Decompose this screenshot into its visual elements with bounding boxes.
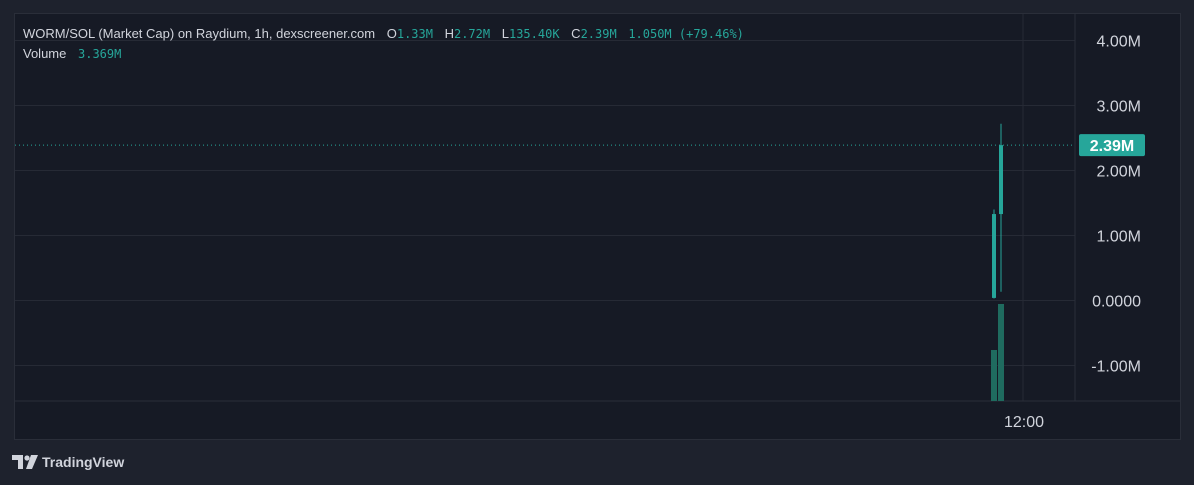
volume-bars xyxy=(991,304,1004,401)
high-value: 2.72M xyxy=(453,27,491,41)
price-tick-label: 0.0000 xyxy=(1092,294,1141,311)
volume-label: Volume xyxy=(23,46,67,61)
price-tick-label: 3.00M xyxy=(1097,99,1141,116)
open-value: 1.33M xyxy=(396,27,433,41)
volume-bar xyxy=(998,304,1004,401)
price-tick-label: 4.00M xyxy=(1097,34,1141,51)
open-label: O xyxy=(386,26,397,41)
time-tick-label: 12:00 xyxy=(1004,414,1044,431)
time-axis: 12:00 xyxy=(1004,414,1044,431)
change-value: 1.050M (+79.46%) xyxy=(628,27,744,41)
price-tick-label: 1.00M xyxy=(1097,229,1141,246)
close-value: 2.39M xyxy=(580,27,617,41)
tradingview-logo-icon xyxy=(12,455,38,469)
grid-lines xyxy=(15,14,1180,402)
volume-value: 3.369M xyxy=(78,47,122,61)
candle-body xyxy=(992,214,996,298)
candles xyxy=(992,123,1003,299)
candle-body xyxy=(999,145,1003,215)
price-tick-label: -1.00M xyxy=(1091,359,1141,376)
brand-name: TradingView xyxy=(42,454,125,470)
symbol-title: WORM/SOL (Market Cap) on Raydium, 1h, de… xyxy=(23,26,376,41)
low-label: L xyxy=(501,26,509,41)
legend-row-volume: Volume 3.369M xyxy=(23,44,744,64)
last-price-label: 2.39M xyxy=(1090,138,1134,155)
volume-bar xyxy=(991,350,997,401)
legend-row-ohlc: WORM/SOL (Market Cap) on Raydium, 1h, de… xyxy=(23,24,744,44)
close-label: C xyxy=(571,26,581,41)
chart-legend: WORM/SOL (Market Cap) on Raydium, 1h, de… xyxy=(23,24,744,64)
chart-canvas[interactable]: 2.39M 4.00M 3.00M 2.00M 1.00M 0.0000 -1.00M 1… xyxy=(15,14,1180,439)
last-price-marker: 2.39M xyxy=(15,134,1145,157)
low-value: 135.40K xyxy=(508,27,560,41)
price-axis: 4.00M 3.00M 2.00M 1.00M 0.0000 -1.00M xyxy=(1091,34,1141,376)
tradingview-brand[interactable]: TradingView xyxy=(12,454,124,470)
high-label: H xyxy=(444,26,454,41)
price-tick-label: 2.00M xyxy=(1097,164,1141,181)
chart-frame[interactable]: 2.39M 4.00M 3.00M 2.00M 1.00M 0.0000 -1.00M 1… xyxy=(14,13,1181,440)
